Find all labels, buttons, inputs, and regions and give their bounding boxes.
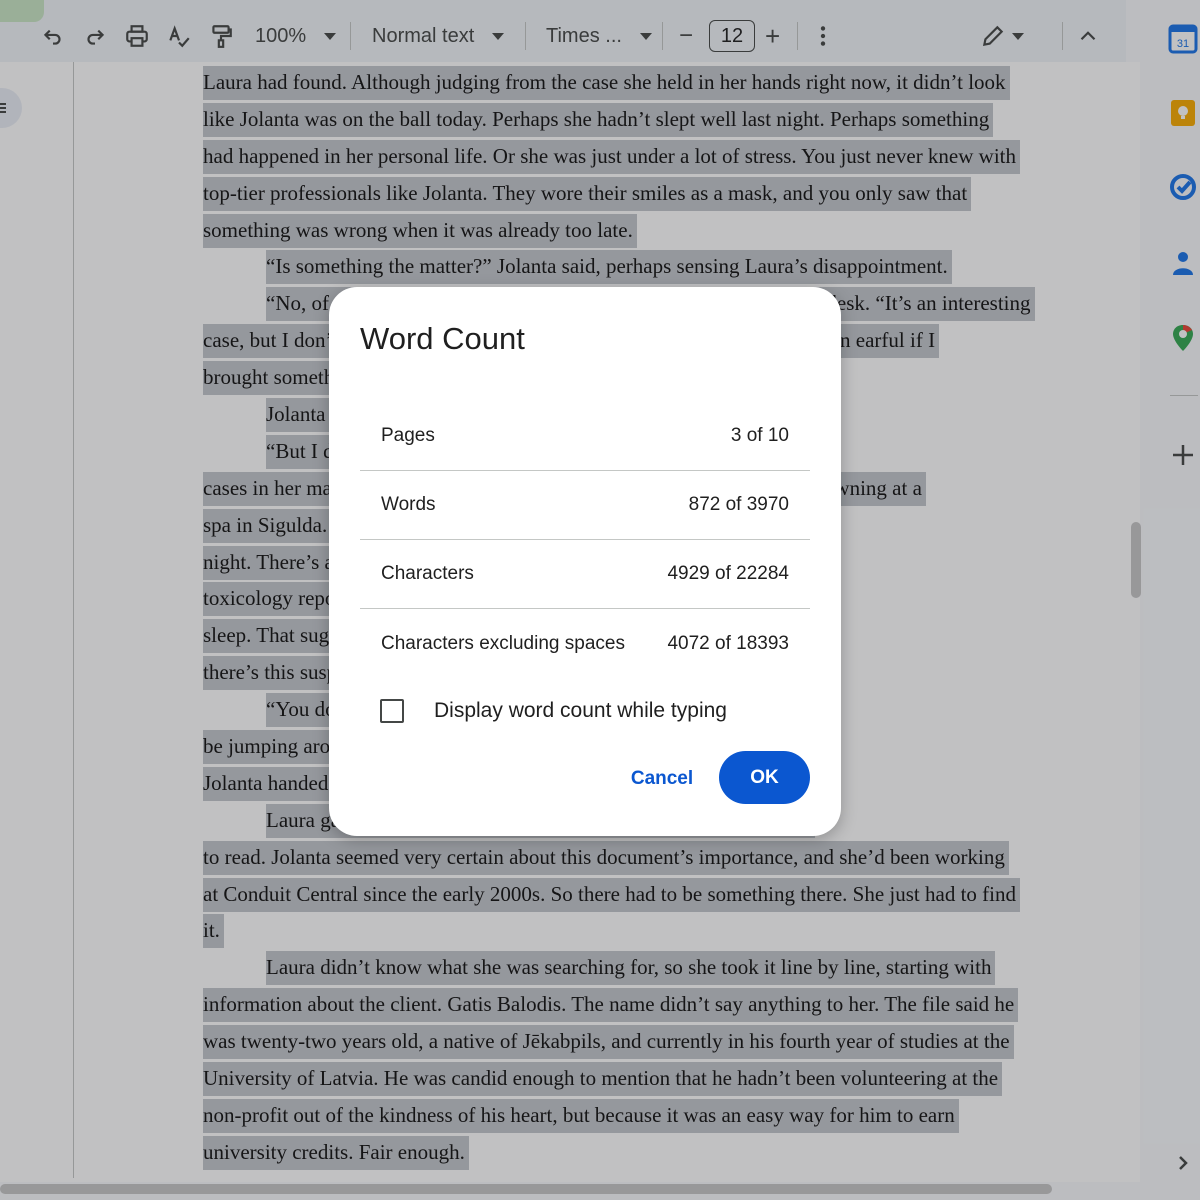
stat-row-words: Words 872 of 3970 [360,470,810,540]
checkbox-label: Display word count while typing [434,699,727,722]
stat-value: 4929 of 22284 [667,562,789,584]
stat-row-characters: Characters 4929 of 22284 [360,539,810,609]
dialog-title: Word Count [360,321,525,356]
stat-value: 872 of 3970 [688,493,789,515]
cancel-button[interactable]: Cancel [619,759,705,799]
display-word-count-checkbox[interactable] [380,699,404,723]
stat-label: Characters [381,562,474,584]
stat-row-characters-no-spaces: Characters excluding spaces 4072 of 1839… [360,609,810,679]
stat-label: Words [381,493,436,515]
ok-button[interactable]: OK [719,751,810,804]
stat-row-pages: Pages 3 of 10 [360,401,810,471]
stat-label: Pages [381,424,435,446]
stat-value: 3 of 10 [730,424,789,446]
display-word-count-option[interactable]: Display word count while typing [380,699,727,723]
stat-label: Characters excluding spaces [381,633,625,654]
word-count-dialog: Word Count Pages 3 of 10 Words 872 of 39… [329,287,841,836]
stat-value: 4072 of 18393 [667,633,789,654]
